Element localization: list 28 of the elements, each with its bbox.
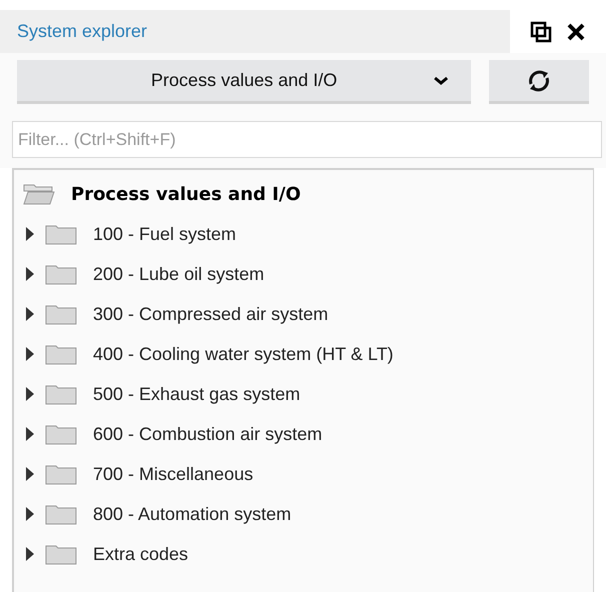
tree-item[interactable]: 100 - Fuel system <box>93 220 236 248</box>
chevron-down-icon <box>433 76 450 86</box>
open-folder-icon <box>23 183 55 205</box>
tree-item[interactable]: 400 - Cooling water system (HT & LT) <box>93 340 394 368</box>
view-dropdown[interactable]: Process values and I/O <box>17 60 472 104</box>
refresh-icon <box>527 68 552 92</box>
tree-item[interactable]: 500 - Exhaust gas system <box>93 380 300 408</box>
undock-icon[interactable] <box>530 20 552 42</box>
panel-title: System explorer <box>17 20 148 43</box>
folder-icon <box>45 423 77 445</box>
tree-item[interactable]: 200 - Lube oil system <box>93 260 264 288</box>
filter-field[interactable]: Filter... (Ctrl+Shift+F) <box>12 121 602 158</box>
tree-item[interactable]: Extra codes <box>93 540 188 568</box>
tree-item[interactable]: 800 - Automation system <box>93 500 292 528</box>
folder-icon <box>45 223 77 245</box>
tree-item[interactable]: 700 - Miscellaneous <box>93 460 254 488</box>
folder-icon <box>45 303 77 325</box>
tree-item[interactable]: Process values and I/O <box>71 180 301 208</box>
tree-item[interactable]: 300 - Compressed air system <box>93 300 328 328</box>
folder-icon <box>45 383 77 405</box>
folder-icon <box>45 263 77 285</box>
close-icon[interactable] <box>566 22 586 42</box>
tree-item[interactable]: 600 - Combustion air system <box>93 420 322 448</box>
folder-icon <box>45 543 77 565</box>
refresh-button[interactable] <box>489 60 589 104</box>
folder-icon <box>45 463 77 485</box>
folder-icon <box>45 503 77 525</box>
folder-icon <box>45 343 77 365</box>
